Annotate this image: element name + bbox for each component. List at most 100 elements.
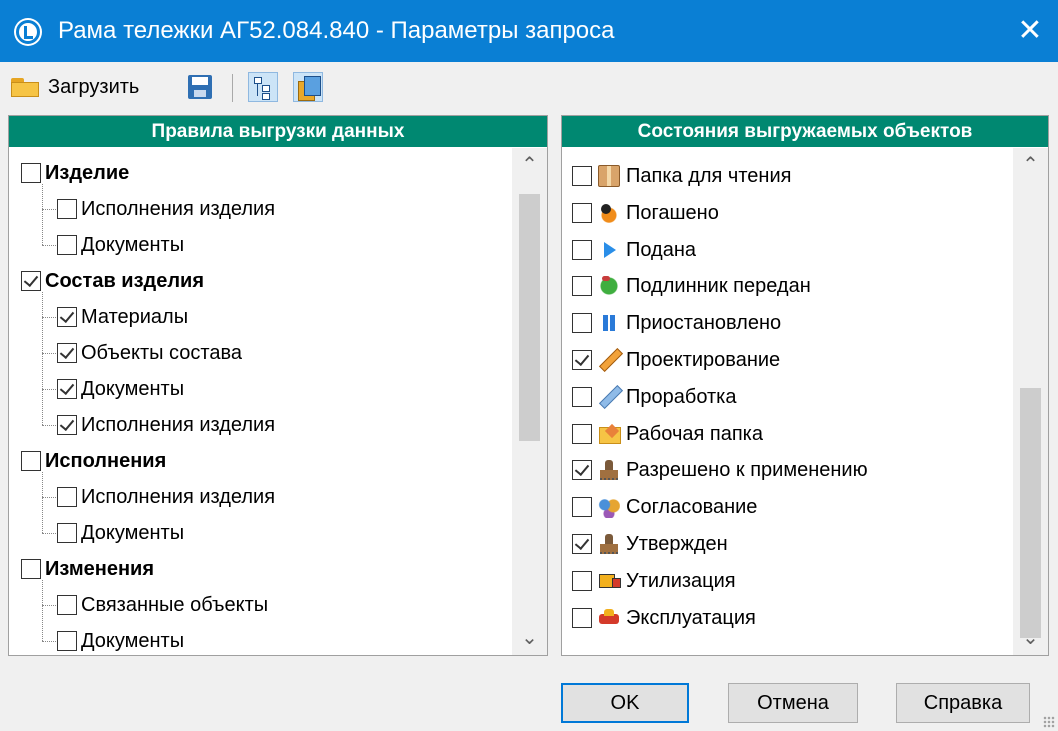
tree-checkbox[interactable] [57,379,77,399]
tree-node-label: Исполнения [45,449,167,472]
tree-checkbox[interactable] [57,235,77,255]
tree-group-node[interactable]: Изменения [21,552,154,586]
state-checkbox[interactable] [572,571,592,591]
tree-checkbox[interactable] [57,343,77,363]
save-button[interactable] [185,72,215,102]
scroll-down-icon[interactable]: ⌄ [1013,621,1048,655]
scroll-thumb[interactable] [1020,388,1041,638]
tree-checkbox[interactable] [57,523,77,543]
tree-checkbox[interactable] [21,271,41,291]
state-label: Подлинник передан [626,274,811,297]
tree-node-label: Состав изделия [45,269,205,292]
tree-node-label: Материалы [81,305,189,328]
stamp-approved-icon [598,533,620,555]
tree-checkbox[interactable] [57,595,77,615]
original-transferred-icon [598,275,620,297]
state-checkbox[interactable] [572,313,592,333]
state-item[interactable]: Проектирование [572,343,780,377]
scroll-down-icon[interactable]: ⌄ [512,621,547,655]
state-item[interactable]: Эксплуатация [572,601,756,635]
tree-child-node[interactable]: Связанные объекты [57,588,268,622]
tree-group-node[interactable]: Состав изделия [21,264,204,298]
tree-child-node[interactable]: Документы [57,624,184,658]
state-label: Папка для чтения [626,164,792,187]
state-item[interactable]: Разрешено к применению [572,453,868,487]
tree-child-node[interactable]: Исполнения изделия [57,192,275,226]
tree-node-label: Связанные объекты [81,593,269,616]
tree-guide-line [42,533,56,534]
close-button[interactable]: ✕ [1010,12,1050,50]
tree-node-label: Документы [81,233,185,256]
tree-view-button[interactable] [248,72,278,102]
states-scrollbar[interactable]: ⌃ ⌄ [1013,148,1048,655]
tree-guide-line [42,245,56,246]
window-title: Рама тележки АГ52.084.840 - Параметры за… [58,17,615,44]
tree-guide-line [42,353,56,354]
tree-child-node[interactable]: Материалы [57,300,188,334]
pencil-icon [598,349,620,371]
tree-checkbox[interactable] [21,451,41,471]
tree-checkbox[interactable] [21,559,41,579]
state-label: Подана [626,238,697,261]
state-checkbox[interactable] [572,608,592,628]
state-checkbox[interactable] [572,497,592,517]
rules-scrollbar[interactable]: ⌃ ⌄ [512,148,547,655]
state-checkbox[interactable] [572,424,592,444]
ok-button[interactable]: OK [561,683,689,723]
state-checkbox[interactable] [572,276,592,296]
state-checkbox[interactable] [572,203,592,223]
help-button[interactable]: Справка [896,683,1030,723]
state-item[interactable]: Утилизация [572,564,736,598]
tree-node-label: Изменения [45,557,154,580]
tree-checkbox[interactable] [57,631,77,651]
tree-checkbox[interactable] [57,307,77,327]
tree-child-node[interactable]: Исполнения изделия [57,480,275,514]
scroll-up-icon[interactable]: ⌃ [1013,148,1048,182]
operation-car-icon [598,607,620,629]
state-item[interactable]: Погашено [572,196,719,230]
tree-group-node[interactable]: Изделие [21,156,129,190]
tree-child-node[interactable]: Документы [57,228,184,262]
state-item[interactable]: Папка для чтения [572,159,791,193]
tree-child-node[interactable]: Исполнения изделия [57,408,275,442]
save-icon [188,75,212,99]
tree-checkbox[interactable] [21,163,41,183]
tree-node-label: Исполнения изделия [81,413,276,436]
state-item[interactable]: Приостановлено [572,306,781,340]
tree-child-node[interactable]: Документы [57,516,184,550]
tree-checkbox[interactable] [57,415,77,435]
tree-node-label: Документы [81,629,185,652]
state-item[interactable]: Подлинник передан [572,269,811,303]
scroll-thumb[interactable] [519,194,540,441]
stamp-icon [598,459,620,481]
state-label: Эксплуатация [626,606,756,629]
state-checkbox[interactable] [572,240,592,260]
tree-node-label: Объекты состава [81,341,242,364]
cancel-button[interactable]: Отмена [728,683,858,723]
state-item[interactable]: Согласование [572,490,757,524]
tree-guide-line [42,184,43,245]
tree-guide-line [42,605,56,606]
tree-guide-line [42,497,56,498]
resize-grip-icon[interactable] [1043,716,1055,728]
state-item[interactable]: Проработка [572,380,736,414]
state-checkbox[interactable] [572,460,592,480]
state-checkbox[interactable] [572,350,592,370]
tree-checkbox[interactable] [57,487,77,507]
tree-child-node[interactable]: Объекты состава [57,336,242,370]
tree-checkbox[interactable] [57,199,77,219]
state-item[interactable]: Рабочая папка [572,417,763,451]
tree-view-icon [254,77,262,84]
toolbar: Загрузить [0,62,1058,112]
tree-guide-line [42,389,56,390]
list-view-button[interactable] [293,72,323,102]
state-item[interactable]: Подана [572,233,696,267]
tree-node-label: Исполнения изделия [81,485,276,508]
state-checkbox[interactable] [572,166,592,186]
scroll-up-icon[interactable]: ⌃ [512,148,547,182]
load-button[interactable]: Загрузить [10,73,139,101]
tree-child-node[interactable]: Документы [57,372,184,406]
state-checkbox[interactable] [572,387,592,407]
state-checkbox[interactable] [572,534,592,554]
state-item[interactable]: Утвержден [572,527,728,561]
